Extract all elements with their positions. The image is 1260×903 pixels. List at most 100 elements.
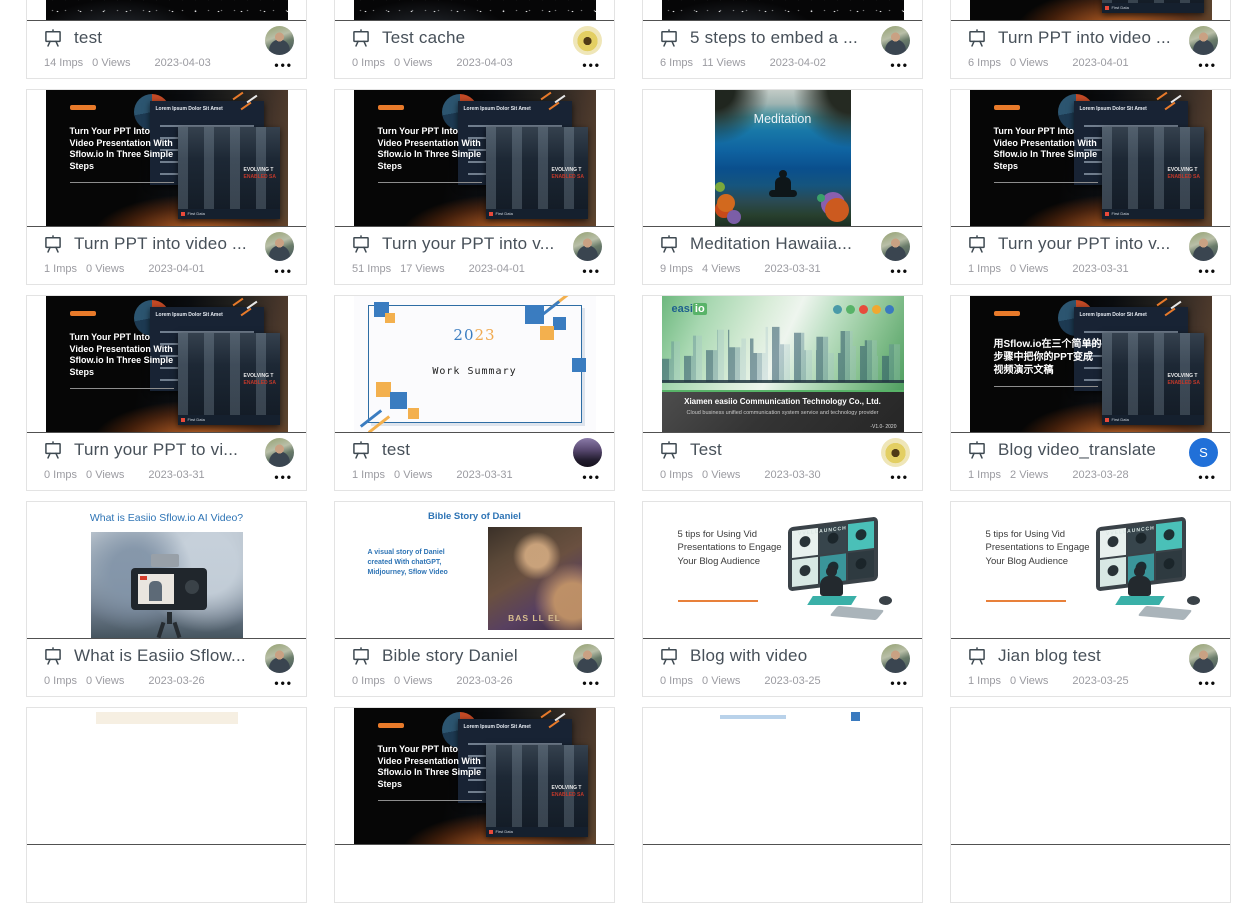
project-title-row: Test	[643, 433, 922, 460]
more-options-button[interactable]: •••	[274, 677, 293, 689]
more-options-button[interactable]: •••	[1198, 59, 1217, 71]
project-thumbnail[interactable]: Lorem Ipsum Dolor Sit Amet EVOLVING TENA…	[951, 90, 1230, 227]
views-count: 0 Views	[394, 675, 432, 687]
project-card[interactable]: Bible Story of Daniel A visual story of …	[334, 501, 615, 697]
project-card[interactable]	[950, 707, 1231, 903]
more-options-button[interactable]: •••	[582, 59, 601, 71]
project-thumbnail[interactable]: Lorem Ipsum Dolor Sit Amet EVOLVING TENA…	[951, 296, 1230, 433]
owner-avatar	[265, 644, 294, 673]
accent-dash	[378, 105, 404, 110]
more-options-button[interactable]: •••	[1198, 677, 1217, 689]
project-title: Jian blog test	[998, 646, 1101, 666]
views-count: 0 Views	[702, 469, 740, 481]
owner-avatar	[881, 26, 910, 55]
more-options-button[interactable]: •••	[890, 59, 909, 71]
impressions-count: 0 Imps	[44, 675, 77, 687]
project-card[interactable]: Meditation Meditation Hawaiia...	[642, 89, 923, 285]
project-card[interactable]: Lorem Ipsum Dolor Sit Amet EVOLVING TENA…	[950, 295, 1231, 491]
owner-avatar	[265, 232, 294, 261]
project-thumbnail[interactable]: Lorem Ipsum Dolor Sit Amet EVOLVING TENA…	[335, 90, 614, 227]
project-thumbnail[interactable]: Meditation	[643, 90, 922, 227]
brand-strip: First Data	[1102, 415, 1204, 425]
more-options-button[interactable]: •••	[582, 265, 601, 277]
slide-partial	[970, 708, 1212, 844]
project-title-row: Turn PPT into video ...	[951, 21, 1230, 48]
business-photo-panel: EVOLVING TENABLED SA First Data	[1102, 333, 1204, 425]
project-stats: 1 Imps 0 Views 2023-04-01	[44, 263, 205, 275]
project-card[interactable]: 2023 Work Summary test 1 Imps 0 Views 20…	[334, 295, 615, 491]
accent-dash	[70, 311, 96, 316]
panel-text: EVOLVING TENABLED SA	[552, 785, 586, 798]
project-info: Bible story Daniel 0 Imps 0 Views 2023-0…	[335, 639, 614, 696]
more-options-button[interactable]: •••	[274, 471, 293, 483]
project-stats: 1 Imps 0 Views 2023-03-25	[968, 675, 1129, 687]
more-options-button[interactable]: •••	[582, 471, 601, 483]
more-options-button[interactable]: •••	[1198, 265, 1217, 277]
project-thumbnail[interactable]	[643, 0, 922, 21]
project-thumbnail[interactable]	[27, 708, 306, 845]
project-card[interactable]: 5 tips for Using Vid Presentations to En…	[950, 501, 1231, 697]
brand-strip: First Data	[178, 209, 280, 219]
project-card[interactable]: What is Easiio Sflow.io AI Video? What i…	[26, 501, 307, 697]
project-card[interactable]: Test cache 0 Imps 0 Views 2023-04-03 •••	[334, 0, 615, 79]
project-card[interactable]: 5 steps to embed a ... 6 Imps 11 Views 2…	[642, 0, 923, 79]
project-thumbnail[interactable]: Bible Story of Daniel A visual story of …	[335, 502, 614, 639]
project-thumbnail[interactable]: 5 tips for Using Vid Presentations to En…	[643, 502, 922, 639]
project-title-row: 5 steps to embed a ...	[643, 21, 922, 48]
project-stats: 14 Imps 0 Views 2023-04-03	[44, 57, 211, 69]
project-card[interactable]: 5 tips for Using Vid Presentations to En…	[642, 501, 923, 697]
slide-dark-sparkle	[354, 0, 596, 20]
more-options-button[interactable]: •••	[890, 471, 909, 483]
views-count: 2 Views	[1010, 469, 1048, 481]
panel-text: EVOLVING TENABLED SA	[552, 167, 586, 180]
project-card[interactable]: Lorem Ipsum Dolor Sit Amet EVOLVING TENA…	[26, 295, 307, 491]
project-card[interactable]: easiio Xiamen easiio Communication Techn…	[642, 295, 923, 491]
project-card[interactable]	[642, 707, 923, 903]
more-options-button[interactable]: •••	[890, 677, 909, 689]
project-thumbnail[interactable]: 5 tips for Using Vid Presentations to En…	[951, 502, 1230, 639]
project-info: 5 steps to embed a ... 6 Imps 11 Views 2…	[643, 21, 922, 78]
project-thumbnail[interactable]	[335, 0, 614, 21]
project-thumbnail[interactable]: Lorem Ipsum Dolor Sit Amet EVOLVING TENA…	[27, 296, 306, 433]
more-options-button[interactable]: •••	[1198, 471, 1217, 483]
project-card[interactable]	[26, 707, 307, 903]
project-title-row: Turn PPT into video ...	[27, 227, 306, 254]
owner-avatar	[1189, 644, 1218, 673]
project-thumbnail[interactable]	[643, 708, 922, 845]
more-options-button[interactable]: •••	[274, 265, 293, 277]
city-skyline-graphic: easiio	[662, 296, 904, 392]
project-card[interactable]: Lorem Ipsum Dolor Sit Amet EVOLVING TENA…	[950, 0, 1231, 79]
project-card[interactable]: Lorem Ipsum Dolor Sit Amet EVOLVING TENA…	[26, 89, 307, 285]
slide-caption: 5 tips for Using Vid Presentations to En…	[986, 528, 1092, 568]
views-count: 0 Views	[86, 675, 124, 687]
project-thumbnail[interactable]: Lorem Ipsum Dolor Sit Amet EVOLVING TENA…	[951, 0, 1230, 21]
panel-title: Lorem Ipsum Dolor Sit Amet	[156, 312, 223, 318]
slide-title: Turn Your PPT Into Video Presentation Wi…	[994, 126, 1098, 183]
more-options-button[interactable]: •••	[274, 59, 293, 71]
project-thumbnail[interactable]: Lorem Ipsum Dolor Sit Amet EVOLVING TENA…	[27, 90, 306, 227]
project-thumbnail[interactable]	[951, 708, 1230, 845]
video-call-illustration: VVELLAUNCCH	[780, 508, 900, 632]
project-card[interactable]: test 14 Imps 0 Views 2023-04-03 •••	[26, 0, 307, 79]
project-thumbnail[interactable]: What is Easiio Sflow.io AI Video?	[27, 502, 306, 639]
project-title: Blog video_translate	[998, 440, 1156, 460]
project-info: Test 0 Imps 0 Views 2023-03-30 •••	[643, 433, 922, 490]
business-photo-panel: EVOLVING TENABLED SA First Data	[486, 127, 588, 219]
project-thumbnail[interactable]	[27, 0, 306, 21]
created-date: 2023-03-26	[148, 675, 204, 687]
more-options-button[interactable]: •••	[582, 677, 601, 689]
project-card[interactable]: Lorem Ipsum Dolor Sit Amet EVOLVING TENA…	[950, 89, 1231, 285]
created-date: 2023-04-03	[154, 57, 210, 69]
project-card[interactable]: Lorem Ipsum Dolor Sit Amet EVOLVING TENA…	[334, 707, 615, 903]
project-thumbnail[interactable]: Lorem Ipsum Dolor Sit Amet EVOLVING TENA…	[335, 708, 614, 845]
impressions-count: 0 Imps	[660, 675, 693, 687]
project-title-row: Test cache	[335, 21, 614, 48]
project-title: Test cache	[382, 28, 465, 48]
project-info: What is Easiio Sflow... 0 Imps 0 Views 2…	[27, 639, 306, 696]
created-date: 2023-03-31	[456, 469, 512, 481]
slide-ppt-promo: Lorem Ipsum Dolor Sit Amet EVOLVING TENA…	[970, 90, 1212, 226]
project-card[interactable]: Lorem Ipsum Dolor Sit Amet EVOLVING TENA…	[334, 89, 615, 285]
project-thumbnail[interactable]: 2023 Work Summary	[335, 296, 614, 433]
more-options-button[interactable]: •••	[890, 265, 909, 277]
project-thumbnail[interactable]: easiio Xiamen easiio Communication Techn…	[643, 296, 922, 433]
